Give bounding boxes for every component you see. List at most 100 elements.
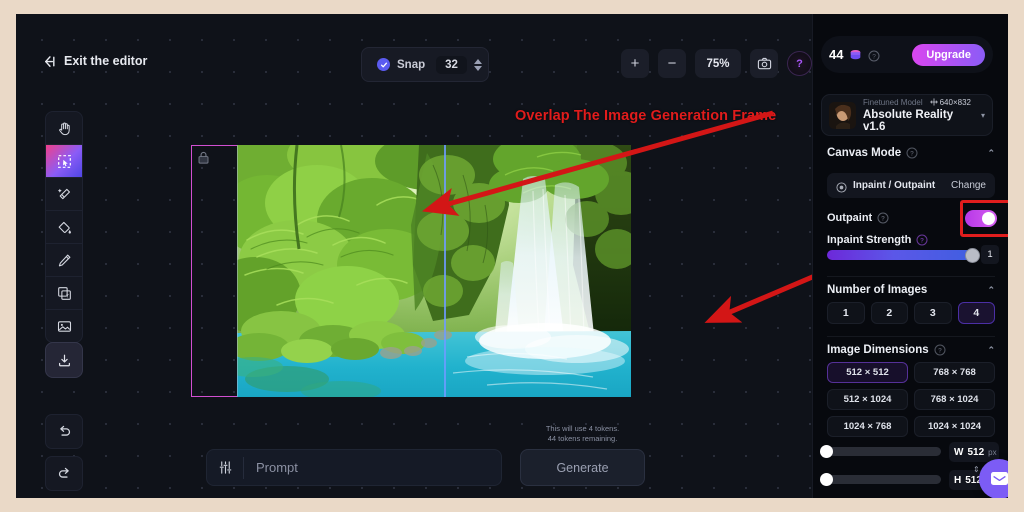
stepper-up-icon[interactable] <box>473 58 482 64</box>
dim-option-512x1024[interactable]: 512 × 1024 <box>827 389 908 410</box>
inpaint-strength-row: Inpaint Strength ? <box>827 234 928 246</box>
image-tool[interactable] <box>46 310 82 342</box>
width-field[interactable]: W 512 px <box>949 442 999 462</box>
svg-text:?: ? <box>873 53 877 60</box>
width-key: W <box>954 446 964 458</box>
dim-option-768x768[interactable]: 768 × 768 <box>914 362 995 383</box>
dim-option-768x1024[interactable]: 768 × 1024 <box>914 389 995 410</box>
snap-toolbar[interactable]: Snap 32 <box>361 47 489 85</box>
width-slider-handle[interactable] <box>820 445 833 458</box>
canvas-mode-current[interactable]: Inpaint / Outpaint Change <box>827 173 995 198</box>
chat-icon <box>990 471 1009 487</box>
chevron-up-icon-2[interactable]: ⌃ <box>987 285 995 296</box>
svg-text:T: T <box>66 293 69 299</box>
download-tool[interactable] <box>45 342 83 378</box>
snap-label: Snap <box>397 58 426 71</box>
dim-option-1024x1024[interactable]: 1024 × 1024 <box>914 416 995 437</box>
redo-icon <box>57 466 72 481</box>
canvas-artwork[interactable] <box>237 145 631 397</box>
annotation-label: Overlap The Image Generation Frame <box>515 108 777 124</box>
undo-icon <box>57 424 72 439</box>
number-of-images-title: Number of Images <box>827 284 928 296</box>
dim-option-512x512[interactable]: 512 × 512 <box>827 362 908 383</box>
chat-launcher[interactable] <box>979 459 1008 498</box>
snap-value-input[interactable]: 32 <box>436 55 467 74</box>
token-usage-line2: 44 tokens remaining. <box>547 434 618 443</box>
outpaint-help-icon[interactable]: ? <box>877 212 889 224</box>
exit-editor-button[interactable]: Exit the editor <box>42 54 147 68</box>
magic-eraser-tool[interactable] <box>46 178 82 211</box>
prompt-input-container[interactable]: Prompt <box>206 449 502 486</box>
num-images-option-2[interactable]: 2 <box>870 302 908 324</box>
layers-text-icon: T <box>57 286 72 301</box>
paint-bucket-tool[interactable] <box>46 211 82 244</box>
tool-rail: T <box>45 111 83 343</box>
editor-app: Exit the editor Snap 32 + − 75% ? T Over… <box>16 14 1008 498</box>
link-dimensions-icon[interactable]: ⇕ <box>973 465 980 474</box>
inpaint-strength-slider[interactable] <box>827 250 975 260</box>
inpaint-strength-help-icon[interactable]: ? <box>916 234 928 246</box>
settings-panel: 44 ? Upgrade Finetuned Model 640×832 Abs… <box>812 14 1008 498</box>
redo-button[interactable] <box>45 456 83 491</box>
arrow-left-bar-icon <box>42 55 57 68</box>
chevron-down-icon[interactable]: ▾ <box>981 111 985 120</box>
image-dimensions-header[interactable]: Image Dimensions ? ⌃ <box>827 344 995 356</box>
image-dimensions-help-icon[interactable]: ? <box>934 344 946 356</box>
generate-button[interactable]: Generate <box>520 449 645 486</box>
model-dimensions: 640×832 <box>929 98 971 107</box>
change-mode-button[interactable]: Change <box>951 180 986 191</box>
svg-text:?: ? <box>920 238 924 245</box>
zoom-in-button[interactable]: + <box>621 49 649 78</box>
width-slider[interactable] <box>821 447 941 456</box>
num-images-option-3[interactable]: 3 <box>914 302 952 324</box>
sliders-icon[interactable] <box>207 460 243 475</box>
stepper-down-icon[interactable] <box>473 65 482 71</box>
prompt-input[interactable]: Prompt <box>244 460 298 475</box>
svg-text:?: ? <box>881 216 885 223</box>
width-value[interactable]: 512 <box>967 447 984 458</box>
camera-icon[interactable] <box>750 49 778 78</box>
outpaint-label: Outpaint <box>827 212 873 224</box>
inpaint-strength-handle[interactable] <box>965 248 980 263</box>
help-button[interactable]: ? <box>787 51 812 76</box>
artwork-left-edge <box>237 145 238 397</box>
svg-text:?: ? <box>910 151 914 158</box>
help-circle-icon[interactable]: ? <box>868 49 880 61</box>
download-icon <box>57 353 72 368</box>
image-frame-guide <box>444 145 446 397</box>
hand-tool[interactable] <box>46 112 82 145</box>
inpaint-strength-value[interactable]: 1 <box>981 245 999 264</box>
lock-icon[interactable] <box>196 150 211 165</box>
resize-icon <box>929 98 938 106</box>
token-usage-line1: This will use 4 tokens. <box>545 424 620 433</box>
magic-eraser-icon <box>57 187 72 202</box>
zoom-out-button[interactable]: − <box>658 49 686 78</box>
num-images-option-1[interactable]: 1 <box>827 302 865 324</box>
snap-stepper[interactable] <box>473 58 482 71</box>
canvas-mode-header[interactable]: Canvas Mode ? ⌃ <box>827 147 995 159</box>
model-kind-label: Finetuned Model <box>863 97 923 107</box>
height-slider[interactable] <box>821 475 941 484</box>
token-coin-icon <box>849 48 862 61</box>
upgrade-button[interactable]: Upgrade <box>912 43 985 66</box>
snap-checkbox[interactable] <box>377 58 390 71</box>
svg-text:?: ? <box>938 348 942 355</box>
dim-option-1024x768[interactable]: 1024 × 768 <box>827 416 908 437</box>
select-tool[interactable] <box>46 145 82 178</box>
num-images-option-4[interactable]: 4 <box>957 302 995 324</box>
canvas-mode-help-icon[interactable]: ? <box>906 147 918 159</box>
model-meta: Finetuned Model 640×832 Absolute Reality… <box>863 98 974 133</box>
height-slider-handle[interactable] <box>820 473 833 486</box>
model-name-label: Absolute Reality v1.6 <box>863 108 954 133</box>
number-of-images-header[interactable]: Number of Images ⌃ <box>827 284 995 296</box>
zoom-level-display[interactable]: 75% <box>695 49 741 78</box>
canvas-mode-label: Inpaint / Outpaint <box>853 180 936 191</box>
inpaint-strength-label: Inpaint Strength <box>827 234 912 246</box>
outpaint-row: Outpaint ? <box>827 212 889 224</box>
model-selector[interactable]: Finetuned Model 640×832 Absolute Reality… <box>821 94 993 136</box>
brush-tool[interactable] <box>46 244 82 277</box>
chevron-up-icon-3[interactable]: ⌃ <box>987 345 995 356</box>
undo-button[interactable] <box>45 414 83 449</box>
layers-tool[interactable]: T <box>46 277 82 310</box>
chevron-up-icon[interactable]: ⌃ <box>987 148 995 159</box>
